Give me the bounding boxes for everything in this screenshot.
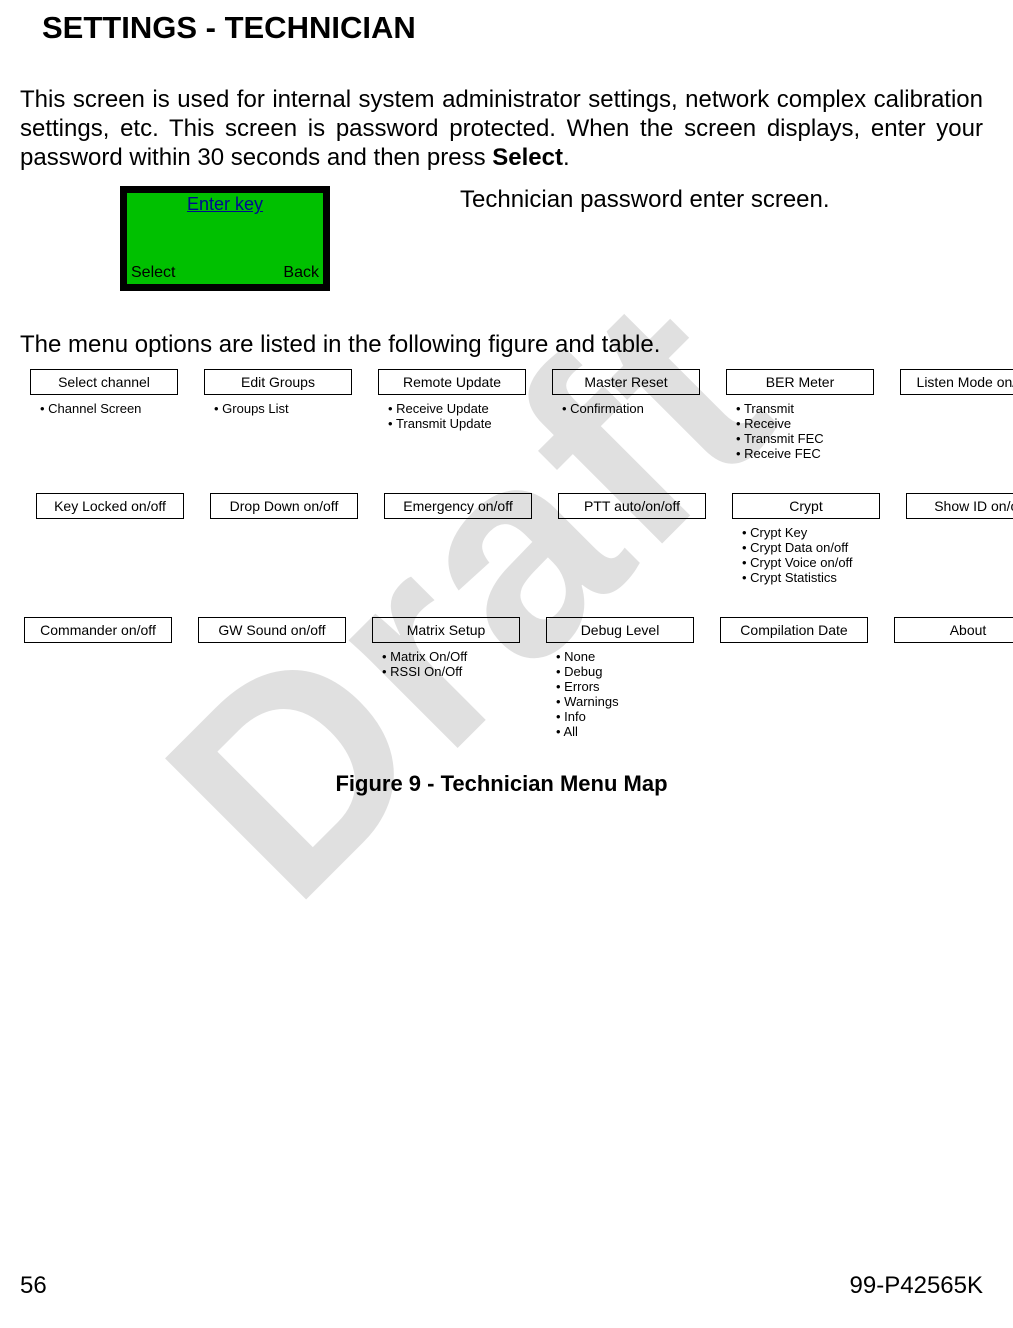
diagram-cell: Commander on/off [24, 617, 172, 739]
submenu-item: Confirmation [562, 401, 700, 416]
submenu-list: TransmitReceiveTransmit FECReceive FEC [726, 401, 874, 461]
menu-box: Key Locked on/off [36, 493, 184, 519]
menu-intro-line: The menu options are listed in the follo… [20, 331, 983, 359]
submenu-item: Crypt Voice on/off [742, 555, 880, 570]
menu-box: Edit Groups [204, 369, 352, 395]
diagram-cell: Debug Level NoneDebugErrorsWarningsInfoAl… [546, 617, 694, 739]
menu-box: Drop Down on/off [210, 493, 358, 519]
submenu-item: Warnings [556, 694, 694, 709]
submenu-item: Transmit FEC [736, 431, 874, 446]
doc-number: 99-P42565K [850, 1272, 983, 1300]
menu-box: Compilation Date [720, 617, 868, 643]
menu-box: Show ID on/off [906, 493, 1013, 519]
submenu-item: Receive [736, 416, 874, 431]
submenu-item: Errors [556, 679, 694, 694]
submenu-item: Transmit Update [388, 416, 526, 431]
submenu-item: Crypt Statistics [742, 570, 880, 585]
diagram-cell: Remote Update Receive UpdateTransmit Upda… [378, 369, 526, 461]
lcd-back-label: Back [283, 264, 319, 282]
diagram-cell: Drop Down on/off [210, 493, 358, 585]
page-heading: SETTINGS - TECHNICIAN [42, 10, 983, 46]
diagram-cell: Crypt Crypt KeyCrypt Data on/offCrypt Voi… [732, 493, 880, 585]
submenu-item: Receive FEC [736, 446, 874, 461]
menu-box: GW Sound on/off [198, 617, 346, 643]
menu-box: PTT auto/on/off [558, 493, 706, 519]
lcd-inner: Enter key Select Back [127, 193, 323, 284]
submenu-list: NoneDebugErrorsWarningsInfoAll [546, 649, 694, 739]
submenu-list: Matrix On/OffRSSI On/Off [372, 649, 520, 679]
menu-box: Emergency on/off [384, 493, 532, 519]
submenu-item: Info [556, 709, 694, 724]
menu-box: BER Meter [726, 369, 874, 395]
menu-map-diagram: Select channel Channel Screen Edit Groups G… [20, 369, 983, 739]
menu-box: Remote Update [378, 369, 526, 395]
submenu-item: Matrix On/Off [382, 649, 520, 664]
menu-box: About [894, 617, 1013, 643]
diagram-row: Key Locked on/off Drop Down on/off Emergen… [36, 493, 983, 585]
diagram-cell: Compilation Date [720, 617, 868, 739]
submenu-item: Debug [556, 664, 694, 679]
diagram-cell: Edit Groups Groups List [204, 369, 352, 461]
menu-box: Matrix Setup [372, 617, 520, 643]
diagram-cell: Listen Mode on/off [900, 369, 1013, 461]
lcd-select-label: Select [131, 264, 175, 282]
screenshot-row: Enter key Select Back Technician passwor… [120, 186, 983, 291]
diagram-cell: About [894, 617, 1013, 739]
diagram-row: Commander on/off GW Sound on/off Matrix Se… [24, 617, 983, 739]
lcd-screenshot: Enter key Select Back [120, 186, 330, 291]
menu-box: Debug Level [546, 617, 694, 643]
submenu-item: Crypt Data on/off [742, 540, 880, 555]
submenu-list: Channel Screen [30, 401, 178, 416]
submenu-item: RSSI On/Off [382, 664, 520, 679]
menu-box: Select channel [30, 369, 178, 395]
diagram-cell: Select channel Channel Screen [30, 369, 178, 461]
submenu-list: Groups List [204, 401, 352, 416]
submenu-item: Crypt Key [742, 525, 880, 540]
submenu-item: Groups List [214, 401, 352, 416]
submenu-item: Transmit [736, 401, 874, 416]
submenu-item: Receive Update [388, 401, 526, 416]
menu-box: Crypt [732, 493, 880, 519]
page-content: SETTINGS - TECHNICIAN This screen is use… [0, 0, 1013, 1328]
submenu-item: None [556, 649, 694, 664]
menu-box: Commander on/off [24, 617, 172, 643]
diagram-cell: Matrix Setup Matrix On/OffRSSI On/Off [372, 617, 520, 739]
screenshot-caption: Technician password enter screen. [460, 186, 830, 214]
submenu-list: Receive UpdateTransmit Update [378, 401, 526, 431]
intro-text-post: . [563, 144, 570, 171]
submenu-list: Crypt KeyCrypt Data on/offCrypt Voice on… [732, 525, 880, 585]
submenu-item: Channel Screen [40, 401, 178, 416]
diagram-row: Select channel Channel Screen Edit Groups G… [30, 369, 983, 461]
diagram-cell: Key Locked on/off [36, 493, 184, 585]
figure-caption: Figure 9 - Technician Menu Map [20, 771, 983, 797]
diagram-cell: BER Meter TransmitReceiveTransmit FECRece… [726, 369, 874, 461]
diagram-cell: GW Sound on/off [198, 617, 346, 739]
menu-box: Master Reset [552, 369, 700, 395]
submenu-item: All [556, 724, 694, 739]
submenu-list: Confirmation [552, 401, 700, 416]
menu-box: Listen Mode on/off [900, 369, 1013, 395]
intro-paragraph: This screen is used for internal system … [20, 86, 983, 172]
diagram-cell: Show ID on/off [906, 493, 1013, 585]
diagram-cell: Master Reset Confirmation [552, 369, 700, 461]
intro-bold: Select [492, 144, 563, 171]
diagram-cell: PTT auto/on/off [558, 493, 706, 585]
diagram-cell: Emergency on/off [384, 493, 532, 585]
page-footer: 56 99-P42565K [20, 1272, 983, 1300]
lcd-title: Enter key [127, 194, 323, 215]
page-number: 56 [20, 1272, 47, 1300]
